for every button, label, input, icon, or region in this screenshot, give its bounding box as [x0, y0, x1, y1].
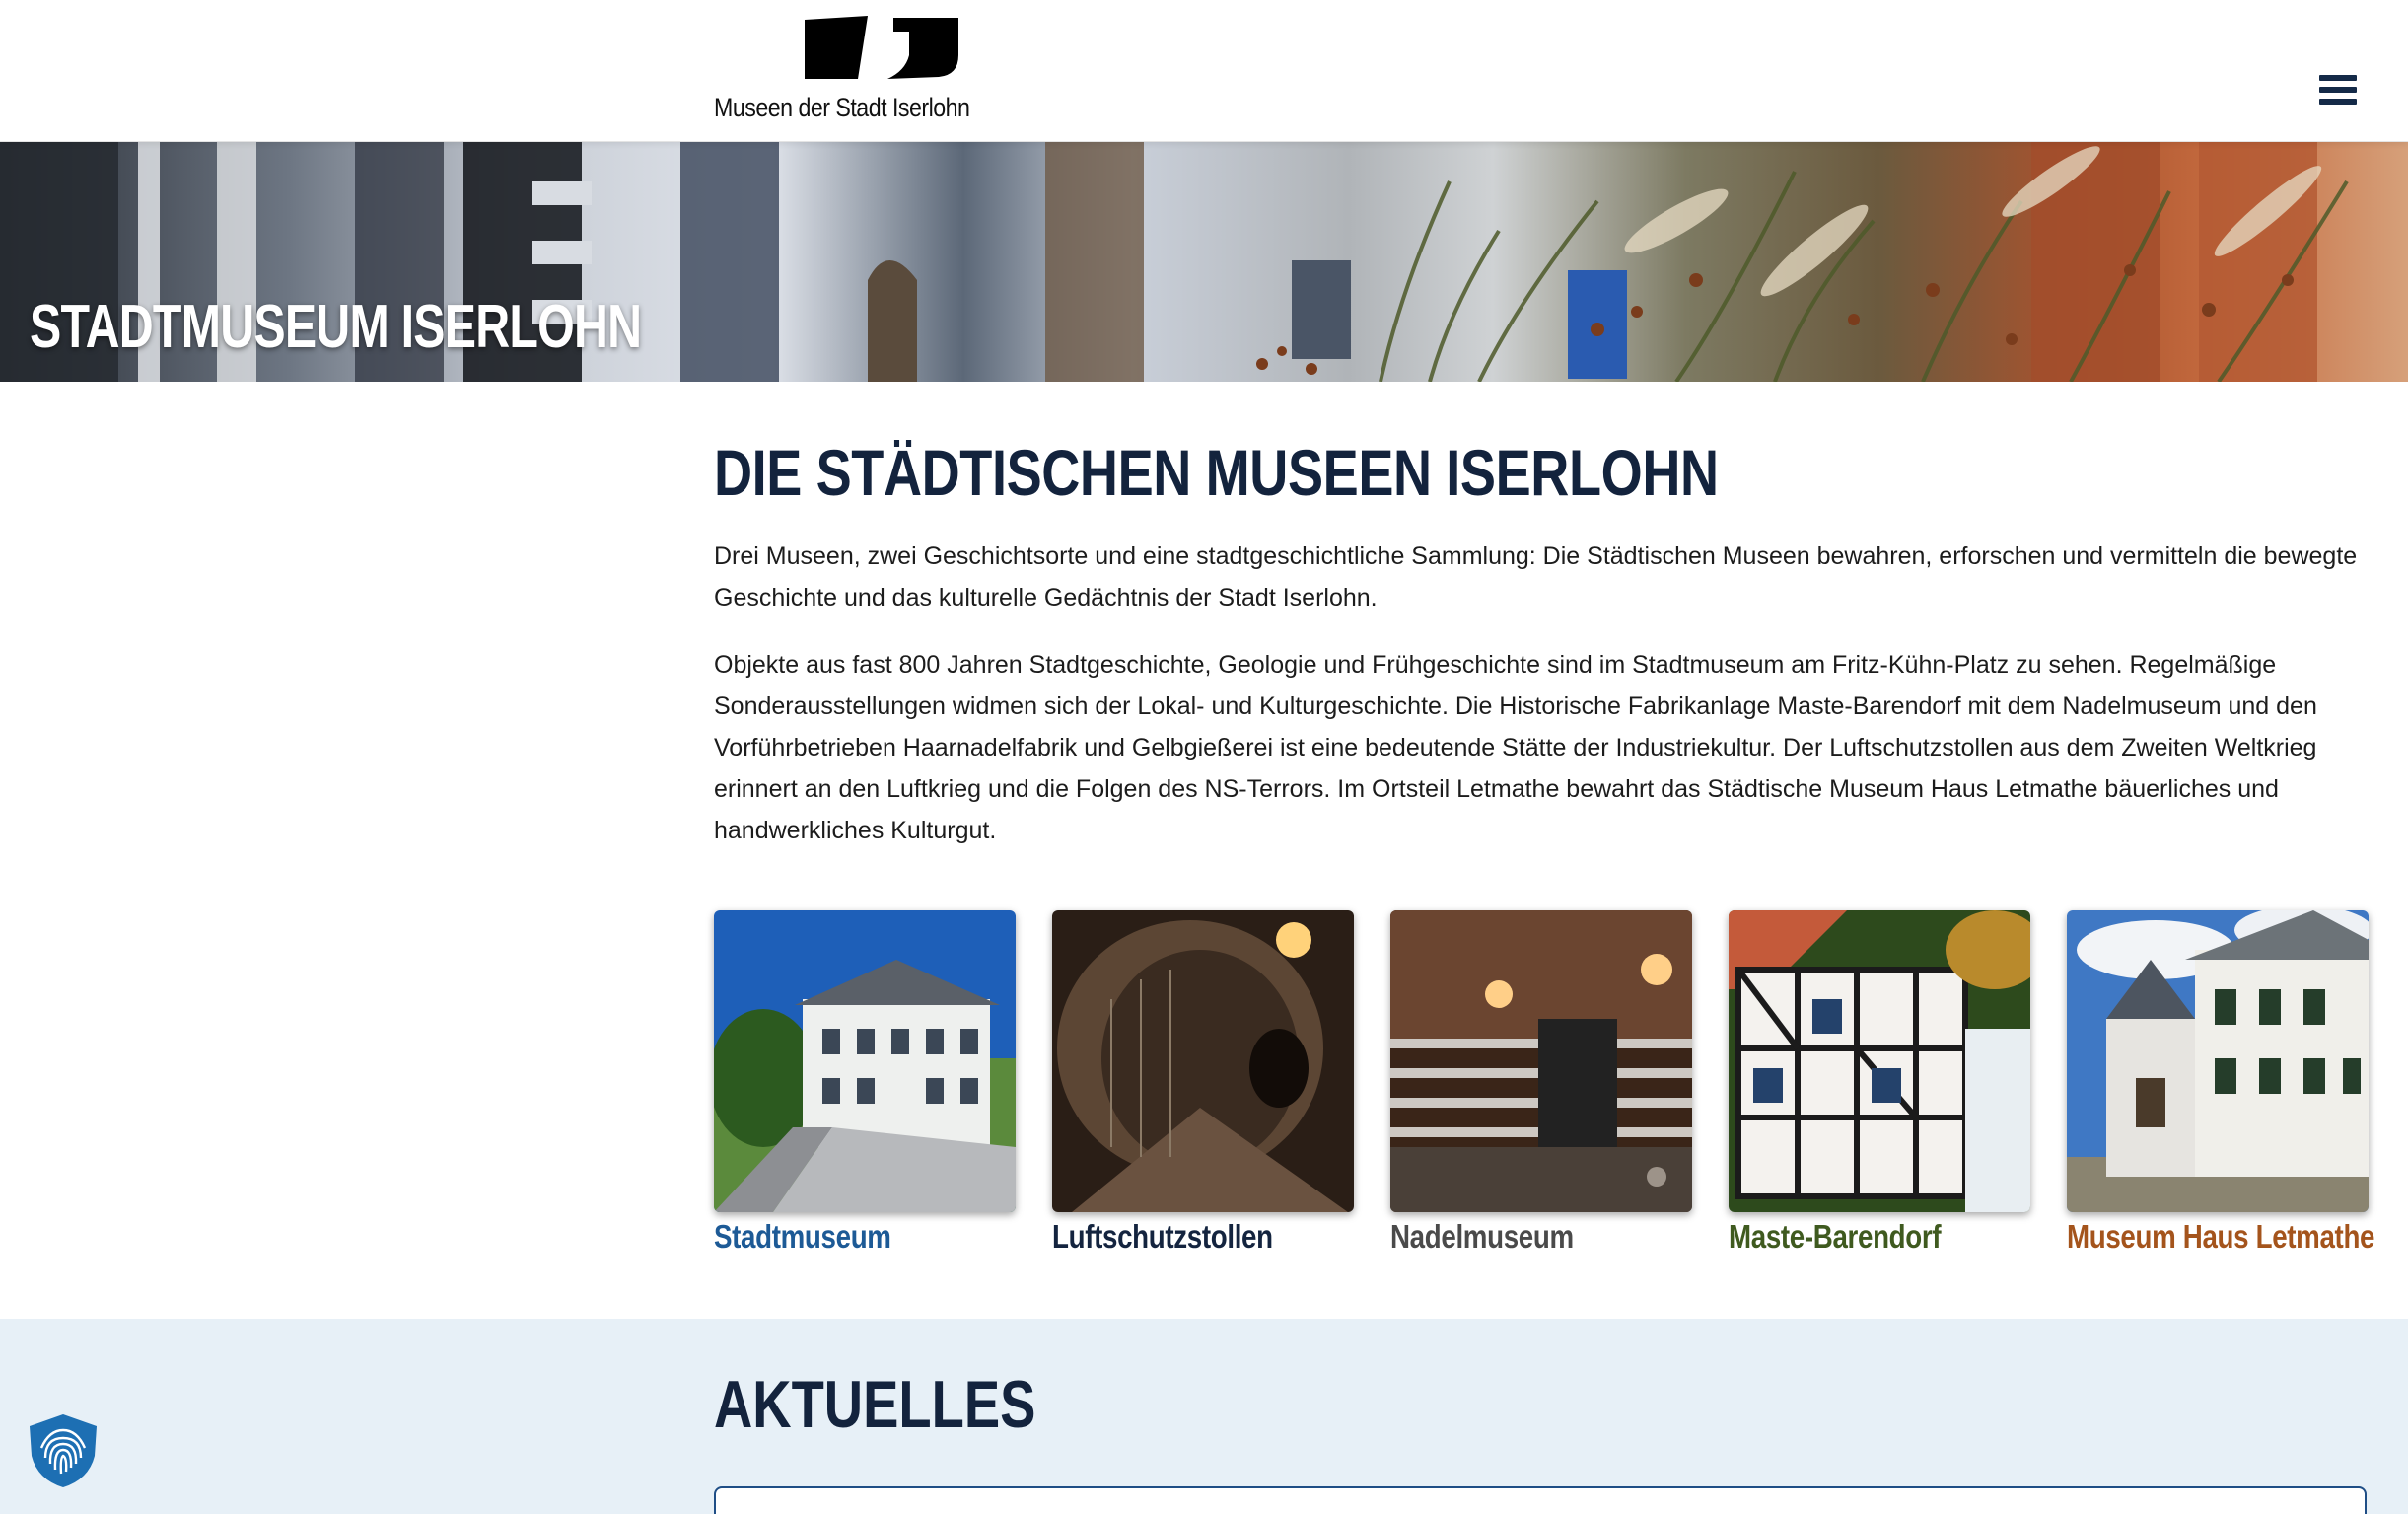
site-logo[interactable]: Museen der Stadt Iserlohn: [714, 16, 970, 126]
museum-card-luftschutzstollen[interactable]: Luftschutzstollen: [1052, 910, 1356, 1265]
nadelmuseum-image: [1390, 910, 1692, 1212]
museum-card-nadelmuseum[interactable]: Nadelmuseum: [1390, 910, 1694, 1265]
museum-name-maste-barendorf[interactable]: Maste-Barendorf: [1729, 1218, 1942, 1256]
hero-banner: STADTMUSEUM ISERLOHN: [0, 142, 2408, 382]
description-paragraph: Objekte aus fast 800 Jahren Stadtgeschic…: [714, 651, 2317, 844]
maste-barendorf-image: [1729, 910, 2030, 1212]
museum-name-stadtmuseum[interactable]: Stadtmuseum: [714, 1218, 891, 1256]
logo-text: Museen der Stadt Iserlohn: [714, 93, 970, 122]
hamburger-menu-icon[interactable]: [2319, 75, 2361, 112]
news-title: AKTUELLES: [714, 1367, 1036, 1442]
museum-name-luftschutzstollen[interactable]: Luftschutzstollen: [1052, 1218, 1273, 1256]
museum-name-nadelmuseum[interactable]: Nadelmuseum: [1390, 1218, 1574, 1256]
museum-name-haus-letmathe[interactable]: Museum Haus Letmathe: [2067, 1218, 2374, 1256]
haus-letmathe-image: [2067, 910, 2369, 1212]
page-title: DIE STÄDTISCHEN MUSEEN ISERLOHN: [714, 436, 1719, 509]
site-header: Museen der Stadt Iserlohn: [0, 0, 2408, 142]
fingerprint-shield-icon[interactable]: [28, 1412, 99, 1489]
intro-paragraph: Drei Museen, zwei Geschichtsorte und ein…: [714, 542, 2358, 612]
museum-card-stadtmuseum[interactable]: Stadtmuseum: [714, 910, 1018, 1265]
hero-title: STADTMUSEUM ISERLOHN: [30, 293, 642, 361]
museum-card-maste-barendorf[interactable]: Maste-Barendorf: [1729, 910, 2032, 1265]
logo-mark-icon: [805, 16, 958, 79]
news-section: AKTUELLES: [0, 1319, 2408, 1514]
museum-card-haus-letmathe[interactable]: Museum Haus Letmathe: [2067, 910, 2374, 1265]
stadtmuseum-image: [714, 910, 1016, 1212]
museum-grid: Stadtmuseum Luftschutzstollen Nadelmuseu…: [714, 910, 2374, 1265]
news-card[interactable]: [714, 1486, 2367, 1514]
luftschutzstollen-image: [1052, 910, 1354, 1212]
